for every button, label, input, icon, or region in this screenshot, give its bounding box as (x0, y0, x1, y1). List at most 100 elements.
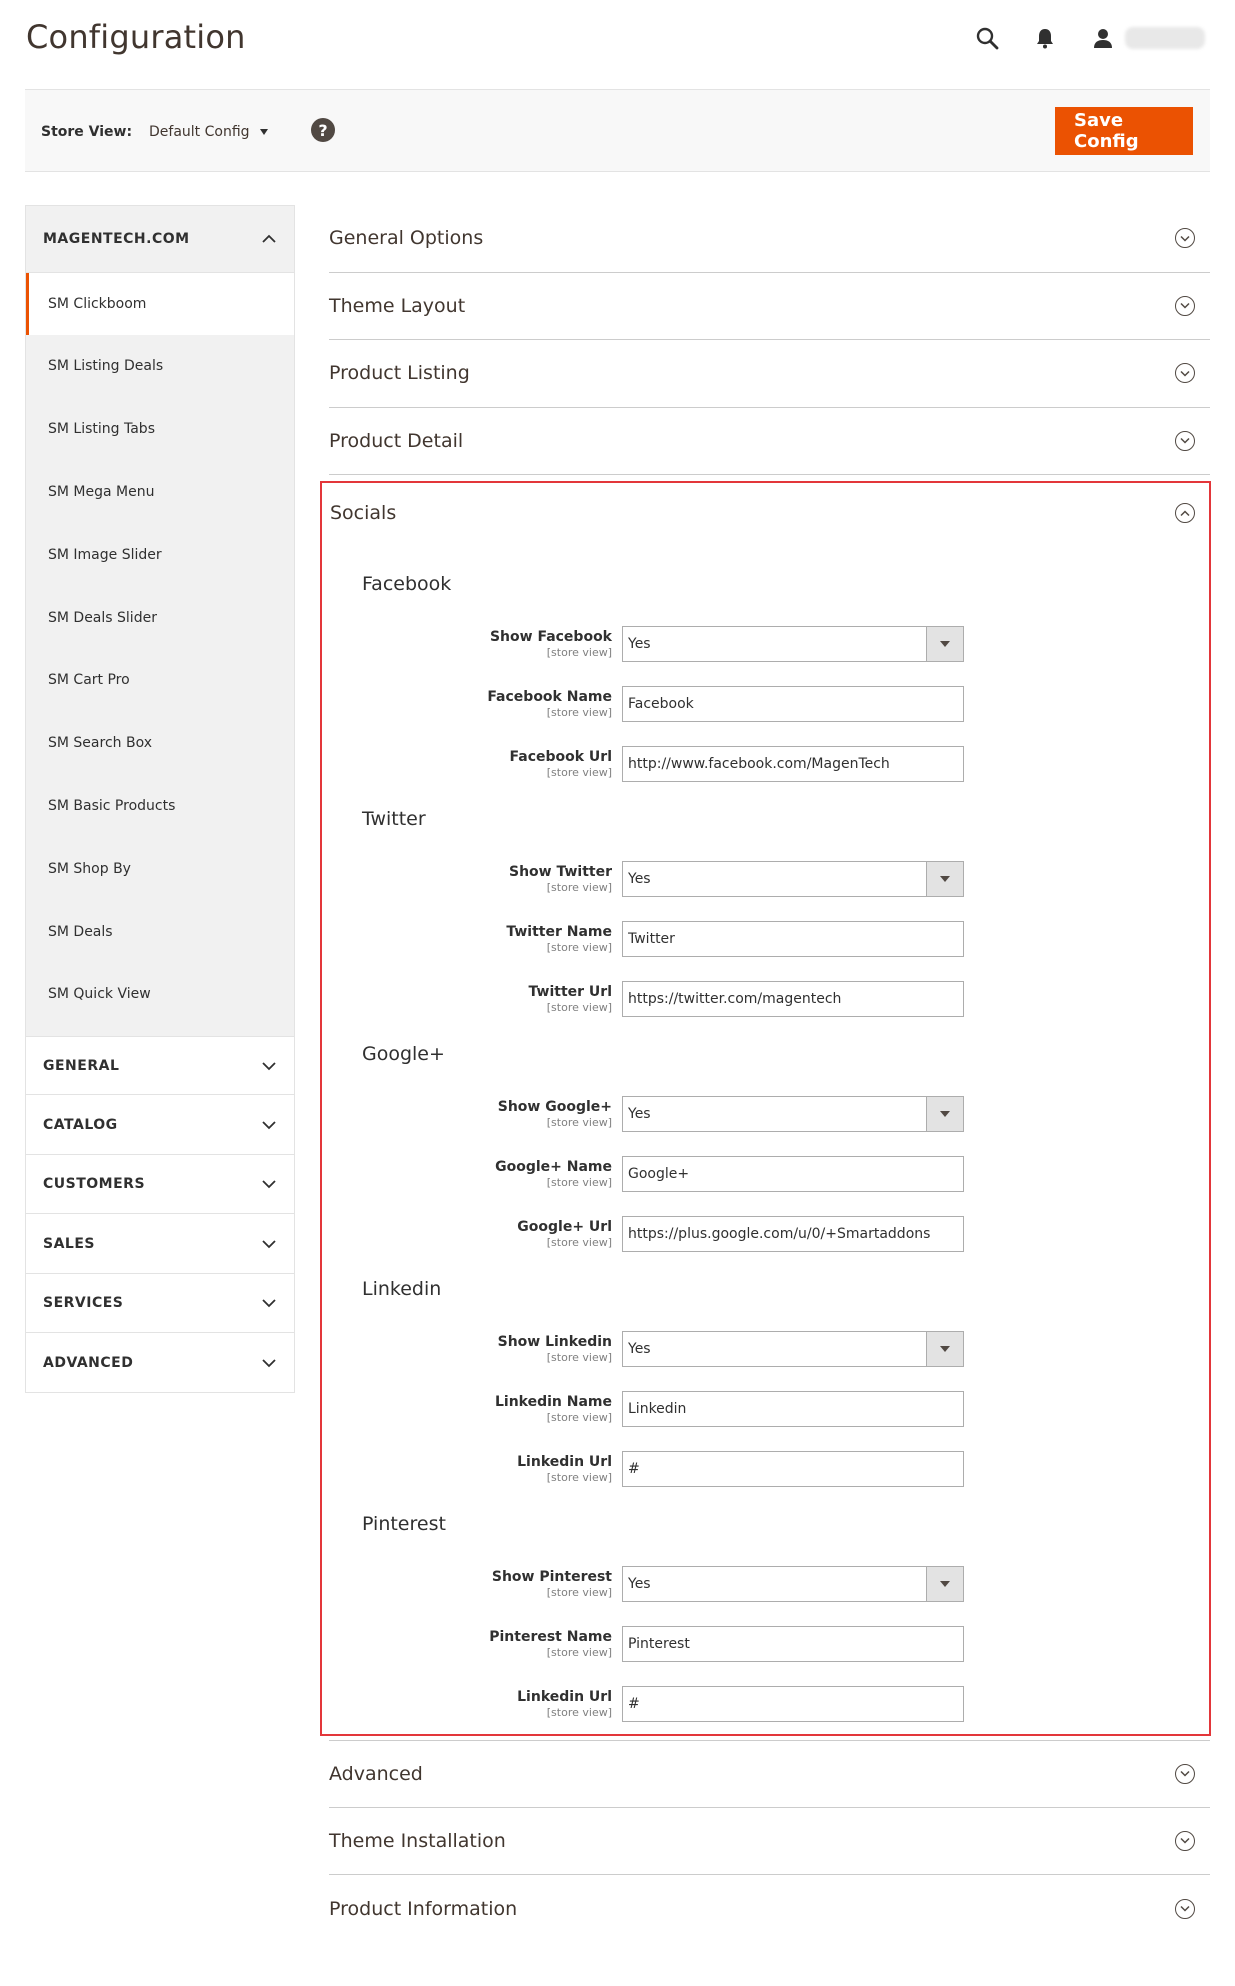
sidebar-item-sm-basic-products[interactable]: SM Basic Products (26, 775, 294, 838)
chevron-down-icon (262, 1239, 276, 1248)
show-linkedin-select[interactable]: Yes (622, 1331, 964, 1367)
sidebar-item-sm-image-slider[interactable]: SM Image Slider (26, 523, 294, 586)
googleplus-url-input[interactable] (622, 1216, 964, 1252)
sidebar-item-sm-mega-menu[interactable]: SM Mega Menu (26, 461, 294, 524)
linkedin-name-input[interactable] (622, 1391, 964, 1427)
chevron-down-icon (262, 1358, 276, 1367)
user-icon (1089, 24, 1117, 52)
dropdown-arrow-icon (926, 1332, 963, 1366)
dropdown-arrow-icon (926, 627, 963, 661)
sidebar-item-sm-clickboom[interactable]: SM Clickboom (26, 273, 294, 335)
section-advanced[interactable]: Advanced (329, 1740, 1210, 1808)
section-title: Advanced (329, 1762, 423, 1785)
field-label: Show Linkedin [store view] (497, 1334, 612, 1364)
linkedin-url-input[interactable] (622, 1451, 964, 1487)
section-title: Product Detail (329, 429, 464, 452)
pinterest-url-input[interactable] (622, 1686, 964, 1722)
pinterest-name-input[interactable] (622, 1626, 964, 1662)
facebook-name-input[interactable] (622, 686, 964, 722)
section-product-detail[interactable]: Product Detail (329, 408, 1210, 475)
sidebar-item-sm-deals[interactable]: SM Deals (26, 900, 294, 963)
sidebar-item-sm-quick-view[interactable]: SM Quick View (26, 963, 294, 1026)
show-pinterest-select[interactable]: Yes (622, 1566, 964, 1602)
search-icon[interactable] (973, 24, 1001, 52)
section-product-information[interactable]: Product Information (329, 1875, 1210, 1943)
sidebar-group-general[interactable]: GENERAL (25, 1035, 295, 1096)
field-label: Linkedin Url [store view] (517, 1454, 612, 1484)
chevron-down-icon (262, 1180, 276, 1189)
field-label: Show Twitter [store view] (508, 864, 612, 894)
field-label: Google+ Url [store view] (517, 1219, 612, 1249)
sidebar-item-sm-shop-by[interactable]: SM Shop By (26, 837, 294, 900)
chevron-up-icon (1175, 503, 1195, 523)
sidebar-item-sm-cart-pro[interactable]: SM Cart Pro (26, 649, 294, 712)
sidebar-item-sm-listing-tabs[interactable]: SM Listing Tabs (26, 398, 294, 461)
section-socials-header[interactable]: Socials (322, 483, 1209, 543)
help-icon[interactable]: ? (311, 118, 335, 142)
sidebar-item-sm-search-box[interactable]: SM Search Box (26, 712, 294, 775)
show-twitter-select[interactable]: Yes (622, 861, 964, 897)
store-view-switcher[interactable]: Default Config (149, 124, 268, 140)
section-title: General Options (329, 227, 484, 250)
save-config-button[interactable]: Save Config (1055, 107, 1193, 155)
config-sidebar: MAGENTECH.COM SM Clickboom SM Listing De… (25, 205, 295, 1393)
section-title: Theme Layout (329, 294, 466, 317)
dropdown-arrow-icon (926, 862, 963, 896)
section-title: Socials (330, 502, 397, 524)
header-actions: admin (973, 24, 1205, 52)
sidebar-section-magentech[interactable]: MAGENTECH.COM (25, 205, 295, 273)
user-menu[interactable]: admin (1089, 24, 1205, 52)
dropdown-arrow-icon (926, 1567, 963, 1601)
section-title: Theme Installation (329, 1829, 506, 1852)
twitter-name-input[interactable] (622, 921, 964, 957)
store-scope-bar: Store View: Default Config ? Save Config (25, 89, 1210, 172)
section-socials: Socials Facebook Show Facebook [store vi… (320, 481, 1211, 1736)
sidebar-group-label: SERVICES (43, 1295, 124, 1312)
bell-icon[interactable] (1031, 24, 1059, 52)
field-label: Show Google+ [store view] (497, 1099, 612, 1129)
store-view-value: Default Config (149, 124, 250, 140)
chevron-down-icon (262, 1061, 276, 1070)
field-label: Facebook Url [store view] (509, 749, 613, 779)
sidebar-group-label: SALES (43, 1235, 95, 1252)
googleplus-name-input[interactable] (622, 1156, 964, 1192)
group-title-pinterest: Pinterest (362, 1513, 446, 1535)
sidebar-group-customers[interactable]: CUSTOMERS (25, 1154, 295, 1215)
field-label: Twitter Url [store view] (528, 984, 612, 1014)
section-theme-installation[interactable]: Theme Installation (329, 1808, 1210, 1875)
field-label: Linkedin Url [store view] (517, 1689, 612, 1719)
section-general-options[interactable]: General Options (329, 205, 1210, 273)
section-title: Product Information (329, 1897, 518, 1920)
sidebar-group-catalog[interactable]: CATALOG (25, 1095, 295, 1155)
show-facebook-select[interactable]: Yes (622, 626, 964, 662)
field-label: Linkedin Name [store view] (494, 1394, 612, 1424)
sidebar-group-label: GENERAL (43, 1057, 120, 1074)
field-label: Twitter Name [store view] (506, 924, 612, 954)
sidebar-group-services[interactable]: SERVICES (25, 1273, 295, 1334)
twitter-url-input[interactable] (622, 981, 964, 1017)
section-product-listing[interactable]: Product Listing (329, 340, 1210, 408)
chevron-down-icon (1175, 363, 1195, 384)
select-value: Yes (628, 1106, 651, 1122)
show-googleplus-select[interactable]: Yes (622, 1096, 964, 1132)
sidebar-section-title: MAGENTECH.COM (43, 231, 190, 247)
page-title: Configuration (26, 18, 246, 56)
sidebar-group-advanced[interactable]: ADVANCED (25, 1333, 295, 1393)
config-main-bottom: Advanced Theme Installation Product Info… (329, 1740, 1210, 1943)
sidebar-item-sm-listing-deals[interactable]: SM Listing Deals (26, 335, 294, 398)
chevron-down-icon (1175, 1763, 1195, 1784)
field-label: Pinterest Name [store view] (489, 1629, 612, 1659)
chevron-down-icon (262, 1299, 276, 1308)
section-theme-layout[interactable]: Theme Layout (329, 273, 1210, 340)
field-label: Show Facebook [store view] (489, 629, 612, 659)
dropdown-arrow-icon (926, 1097, 963, 1131)
group-title-linkedin: Linkedin (362, 1278, 442, 1300)
caret-down-icon (259, 129, 268, 135)
sidebar-group-sales[interactable]: SALES (25, 1214, 295, 1274)
chevron-down-icon (1175, 1898, 1195, 1919)
user-name: admin (1125, 27, 1205, 49)
sidebar-item-sm-deals-slider[interactable]: SM Deals Slider (26, 586, 294, 649)
facebook-url-input[interactable] (622, 746, 964, 782)
group-title-googleplus: Google+ (362, 1043, 445, 1065)
chevron-down-icon (1175, 1830, 1195, 1851)
